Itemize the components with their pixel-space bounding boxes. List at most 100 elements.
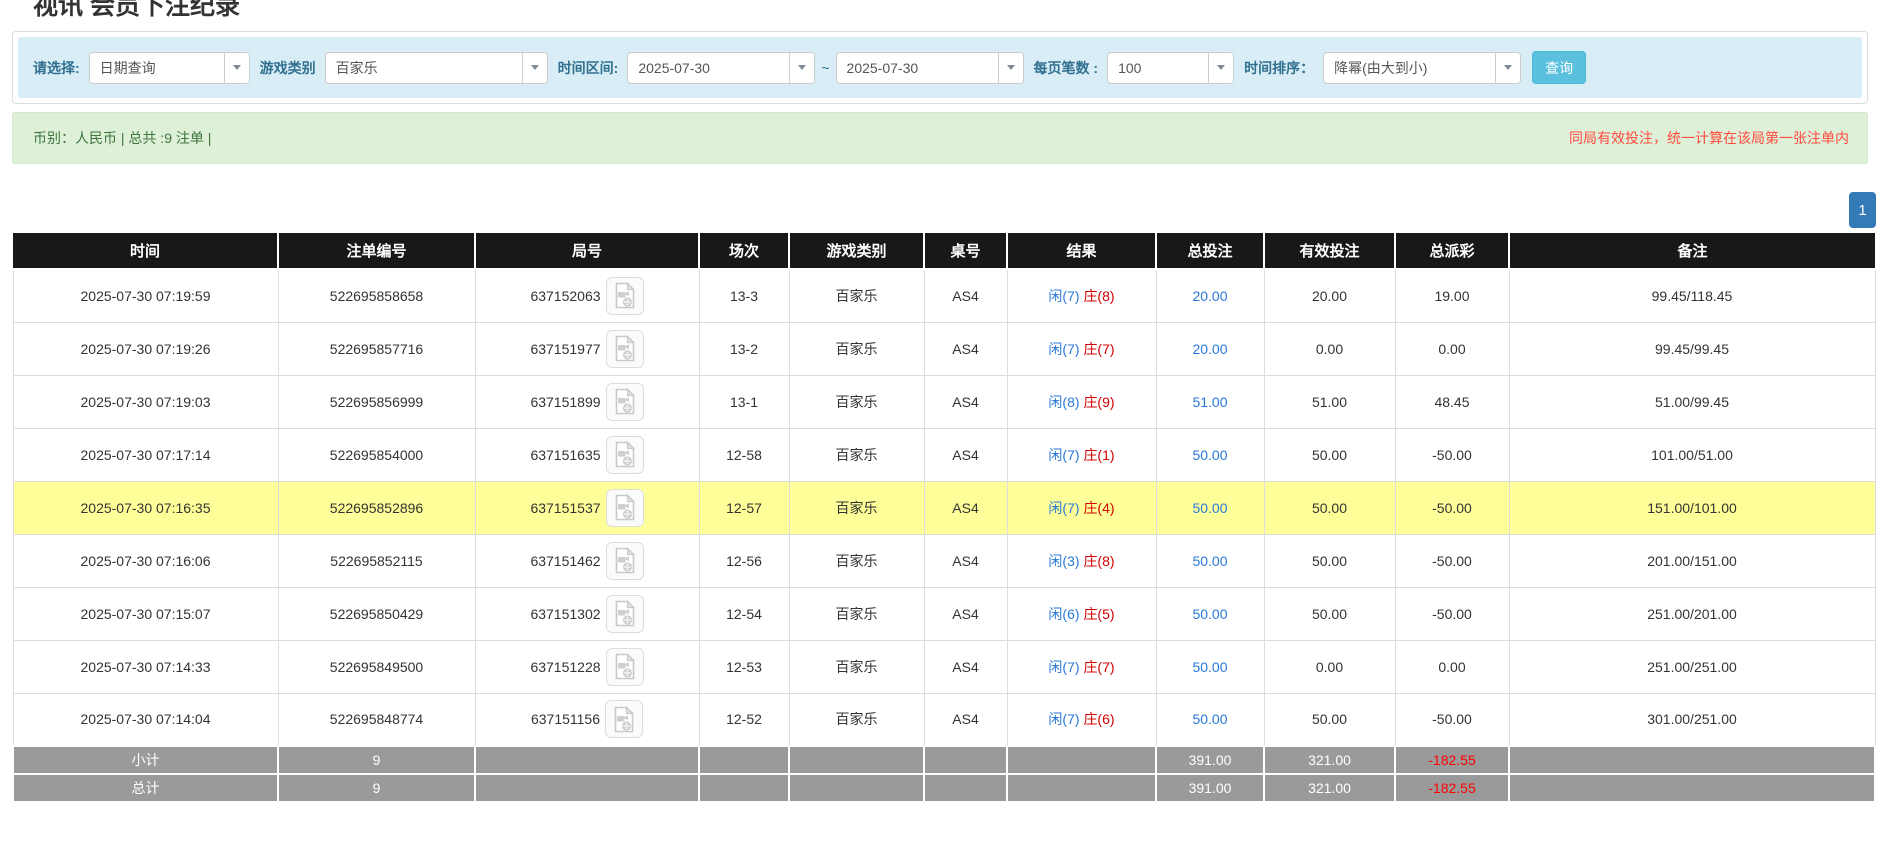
round-id-text: 637151462 [530,552,601,569]
page-size-value: 100 [1118,59,1142,76]
total-bet-cell: 20.00 [1155,321,1265,376]
column-header: 注单编号 [277,233,475,270]
time-cell: 2025-07-30 07:19:26 [12,321,279,376]
game-type-cell: 百家乐 [788,268,925,323]
video-replay-button[interactable] [605,435,644,474]
video-replay-button[interactable] [605,647,644,686]
query-type-select[interactable]: 日期查询 [88,51,250,84]
table-no-cell: AS4 [923,692,1008,747]
session-cell: 12-57 [698,480,790,535]
page-size-label: 每页笔数 : [1033,59,1099,76]
footer-empty-cell [698,745,790,775]
total-bet-cell: 50.00 [1155,480,1265,535]
session-cell: 13-1 [698,374,790,429]
result-banker: 庄(9) [1083,393,1115,410]
footer-empty-cell [923,745,1008,775]
column-header: 桌号 [923,233,1007,270]
result-player: 闲(7) [1048,711,1080,728]
video-replay-button[interactable] [605,276,644,315]
video-replay-button[interactable] [605,594,644,633]
footer-payout-cell: -182.55 [1394,745,1510,775]
round-id-cell: 637152063 [474,268,700,323]
video-replay-button[interactable] [605,541,644,580]
total-bet-link[interactable]: 50.00 [1192,500,1227,516]
video-replay-button[interactable] [605,382,644,421]
bet-id-cell: 522695852896 [277,480,476,535]
date-from-select[interactable]: 2025-07-30 [627,51,816,84]
table-row: 2025-07-30 07:16:35 522695852896 637151537… [12,480,1876,535]
table-row: 2025-07-30 07:15:07 522695850429 637151302… [12,586,1876,641]
time-sort-label: 时间排序： [1244,59,1315,76]
total-bet-link[interactable]: 50.00 [1192,606,1227,622]
round-id-cell: 637151302 [474,586,700,641]
query-type-label: 请选择: [33,59,80,76]
video-replay-button[interactable] [605,700,644,739]
remark-cell: 251.00/201.00 [1508,586,1876,641]
footer-empty-cell [788,773,925,803]
result-cell: 闲(7) 庄(7) [1006,321,1157,376]
table-row: 2025-07-30 07:16:06 522695852115 637151462… [12,533,1876,588]
page-size-select[interactable]: 100 [1107,51,1235,84]
round-id-cell: 637151899 [474,374,700,429]
chevron-down-icon[interactable] [789,52,815,83]
time-sort-select[interactable]: 降幂(由大到小) [1323,51,1522,84]
valid-bet-cell: 0.00 [1263,639,1396,694]
footer-label-cell: 总计 [12,773,279,803]
footer-empty-cell [923,773,1008,803]
game-type-cell: 百家乐 [788,321,925,376]
total-bet-link[interactable]: 20.00 [1192,341,1227,357]
payout-cell: 0.00 [1394,321,1510,376]
column-header: 结果 [1006,233,1156,270]
result-cell: 闲(7) 庄(7) [1006,639,1157,694]
pagination-page-1[interactable]: 1 [1849,192,1876,228]
chevron-down-icon[interactable] [997,52,1023,83]
payout-cell: -50.00 [1394,480,1510,535]
footer-valid-bet-cell: 321.00 [1263,773,1396,803]
time-sort-value: 降幂(由大到小) [1334,59,1428,76]
result-banker: 庄(7) [1083,340,1115,357]
remark-cell: 51.00/99.45 [1508,374,1876,429]
remark-cell: 201.00/151.00 [1508,533,1876,588]
round-id-group: 637151302 [530,594,644,633]
payout-cell: 48.45 [1394,374,1510,429]
table-row: 2025-07-30 07:14:04 522695848774 637151156… [12,692,1876,747]
valid-bet-cell: 50.00 [1263,692,1396,747]
payout-cell: 19.00 [1394,268,1510,323]
chevron-down-icon[interactable] [223,52,249,83]
chevron-down-icon[interactable] [1208,52,1234,83]
video-replay-icon [614,705,634,733]
date-to-select[interactable]: 2025-07-30 [835,51,1024,84]
round-id-text: 637151302 [530,605,601,622]
search-button[interactable]: 查询 [1532,51,1587,84]
game-type-select[interactable]: 百家乐 [324,51,548,84]
video-replay-button[interactable] [605,329,644,368]
time-range-label: 时间区间: [557,59,619,76]
total-bet-link[interactable]: 50.00 [1192,447,1227,463]
query-type-value: 日期查询 [99,59,156,76]
table-row: 2025-07-30 07:14:33 522695849500 637151228… [12,639,1876,694]
chevron-down-icon[interactable] [1495,52,1521,83]
footer-label-cell: 小计 [12,745,279,775]
total-bet-link[interactable]: 20.00 [1192,288,1227,304]
total-bet-link[interactable]: 51.00 [1192,394,1227,410]
session-cell: 12-56 [698,533,790,588]
column-header: 备注 [1508,233,1875,270]
round-id-group: 637151462 [530,541,644,580]
result-cell: 闲(7) 庄(1) [1006,427,1157,482]
total-bet-link[interactable]: 50.00 [1192,711,1227,727]
valid-bet-cell: 50.00 [1263,533,1396,588]
video-replay-button[interactable] [605,488,644,527]
round-id-cell: 637151537 [474,480,700,535]
game-type-cell: 百家乐 [788,480,925,535]
chevron-down-icon[interactable] [521,52,547,83]
round-id-text: 637151899 [530,393,601,410]
total-bet-link[interactable]: 50.00 [1192,553,1227,569]
time-cell: 2025-07-30 07:16:06 [12,533,279,588]
game-type-cell: 百家乐 [788,374,925,429]
video-replay-icon [615,441,635,468]
result-banker: 庄(8) [1083,552,1115,569]
total-bet-link[interactable]: 50.00 [1192,659,1227,675]
session-cell: 13-2 [698,321,790,376]
result-cell: 闲(8) 庄(9) [1006,374,1157,429]
time-cell: 2025-07-30 07:15:07 [12,586,279,641]
